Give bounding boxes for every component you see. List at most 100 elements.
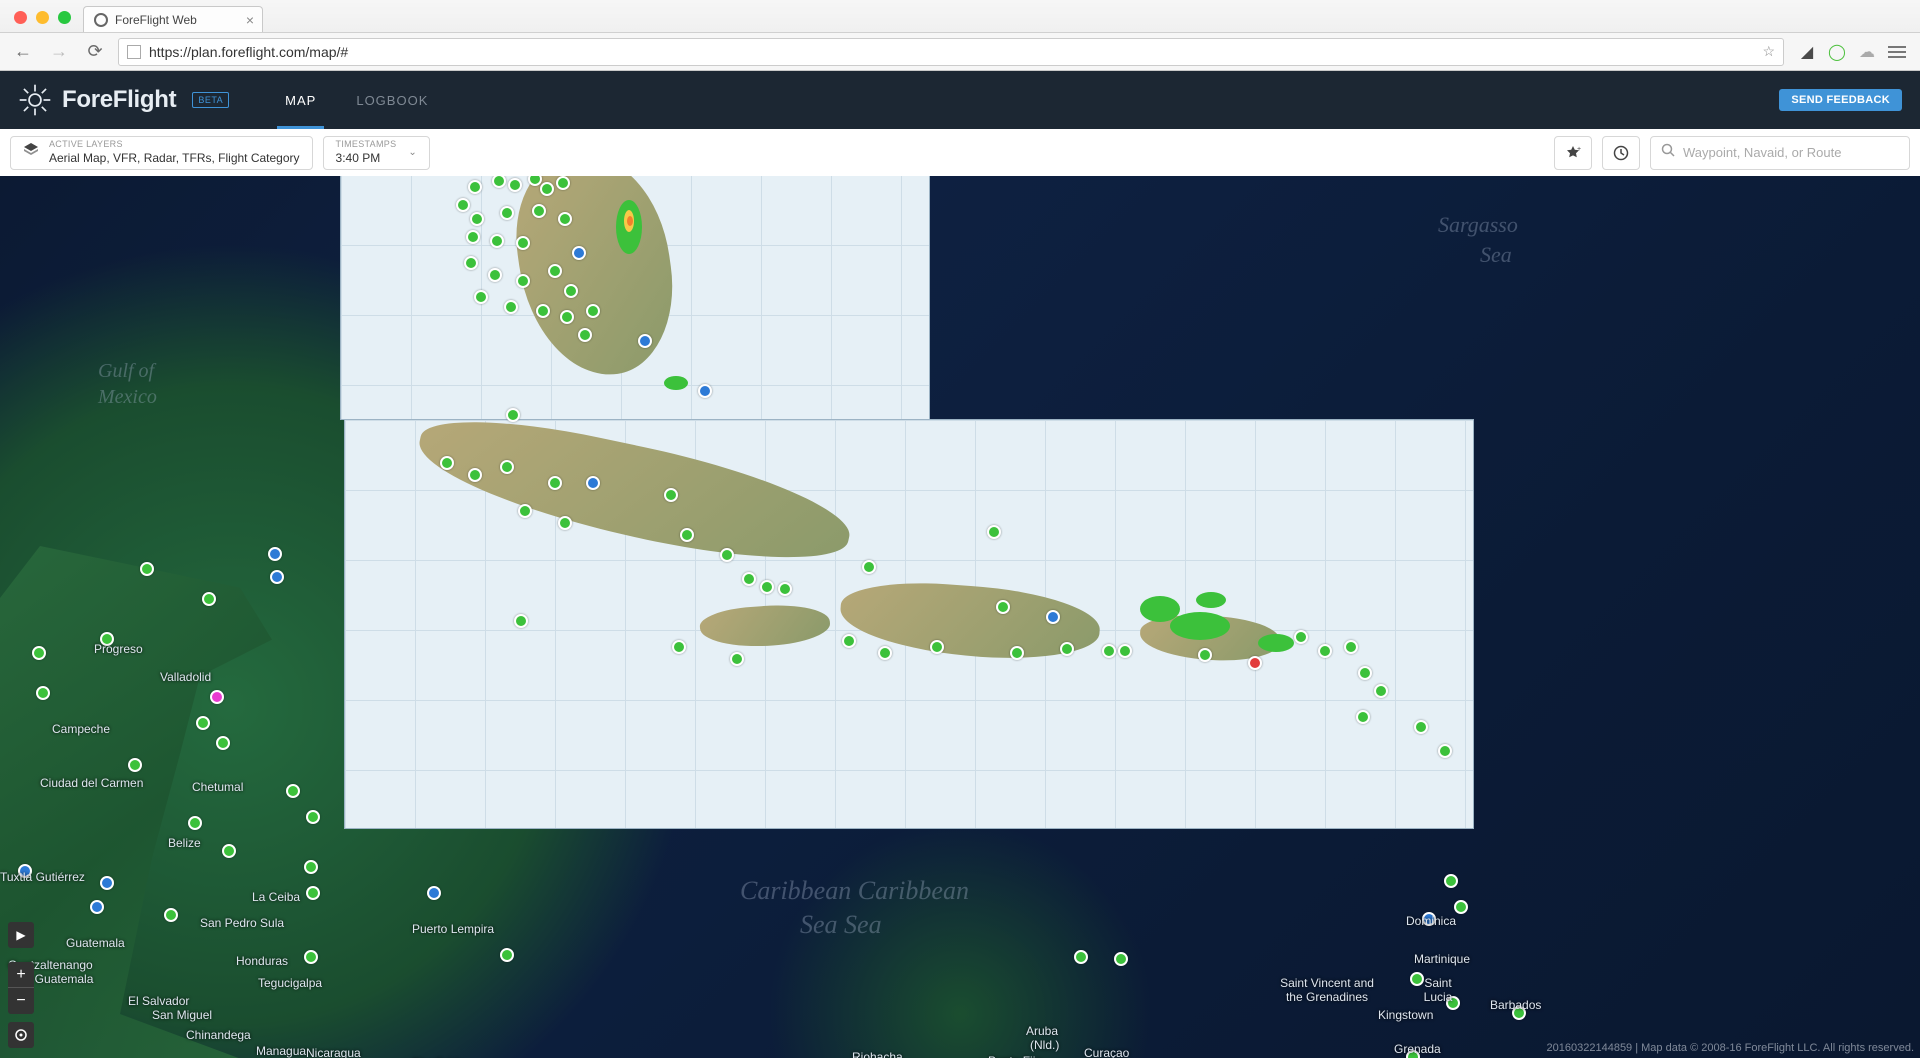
airport-dot[interactable] bbox=[760, 580, 774, 594]
airport-dot[interactable] bbox=[536, 304, 550, 318]
airport-dot[interactable] bbox=[164, 908, 178, 922]
airport-dot[interactable] bbox=[514, 614, 528, 628]
airport-dot[interactable] bbox=[100, 632, 114, 646]
airport-dot[interactable] bbox=[427, 886, 441, 900]
search-input[interactable] bbox=[1683, 145, 1899, 160]
airport-dot[interactable] bbox=[304, 860, 318, 874]
airport-dot[interactable] bbox=[638, 334, 652, 348]
airport-dot[interactable] bbox=[500, 460, 514, 474]
extension-icon[interactable]: ◢ bbox=[1798, 43, 1816, 61]
airport-dot[interactable] bbox=[578, 328, 592, 342]
airport-dot[interactable] bbox=[210, 690, 224, 704]
airport-dot[interactable] bbox=[560, 310, 574, 324]
airport-dot[interactable] bbox=[1114, 952, 1128, 966]
airport-dot[interactable] bbox=[500, 206, 514, 220]
airport-dot[interactable] bbox=[842, 634, 856, 648]
airport-dot[interactable] bbox=[730, 652, 744, 666]
minimize-window-icon[interactable] bbox=[36, 11, 49, 24]
airport-dot[interactable] bbox=[1294, 630, 1308, 644]
airport-dot[interactable] bbox=[516, 236, 530, 250]
airport-dot[interactable] bbox=[1198, 648, 1212, 662]
airport-dot[interactable] bbox=[742, 572, 756, 586]
airport-dot[interactable] bbox=[216, 736, 230, 750]
airport-dot[interactable] bbox=[270, 570, 284, 584]
airport-dot[interactable] bbox=[862, 560, 876, 574]
airport-dot[interactable] bbox=[1318, 644, 1332, 658]
airport-dot[interactable] bbox=[1454, 900, 1468, 914]
airport-dot[interactable] bbox=[304, 950, 318, 964]
reload-button[interactable]: ⟳ bbox=[82, 39, 108, 65]
airport-dot[interactable] bbox=[1344, 640, 1358, 654]
airport-dot[interactable] bbox=[680, 528, 694, 542]
airport-dot[interactable] bbox=[490, 234, 504, 248]
tab-logbook[interactable]: LOGBOOK bbox=[336, 71, 448, 129]
airport-dot[interactable] bbox=[128, 758, 142, 772]
airport-dot[interactable] bbox=[36, 686, 50, 700]
airport-dot[interactable] bbox=[586, 476, 600, 490]
airport-dot[interactable] bbox=[516, 274, 530, 288]
airport-dot[interactable] bbox=[488, 268, 502, 282]
airport-dot[interactable] bbox=[518, 504, 532, 518]
airport-dot[interactable] bbox=[532, 204, 546, 218]
airport-dot[interactable] bbox=[1406, 1050, 1420, 1058]
airport-dot[interactable] bbox=[196, 716, 210, 730]
layers-dropdown[interactable]: ACTIVE LAYERS Aerial Map, VFR, Radar, TF… bbox=[10, 136, 313, 170]
airport-dot[interactable] bbox=[456, 198, 470, 212]
timeline-play-button[interactable]: ▶ bbox=[8, 922, 34, 948]
menu-button[interactable] bbox=[1888, 43, 1906, 61]
tab-map[interactable]: MAP bbox=[265, 71, 336, 129]
airport-dot[interactable] bbox=[664, 488, 678, 502]
airport-dot[interactable] bbox=[222, 844, 236, 858]
brand[interactable]: ForeFlight BETA bbox=[18, 83, 229, 117]
airport-dot[interactable] bbox=[202, 592, 216, 606]
bookmark-star-icon[interactable]: ☆ bbox=[1762, 43, 1775, 60]
tab-close-icon[interactable]: × bbox=[246, 12, 254, 28]
airport-dot[interactable] bbox=[720, 548, 734, 562]
airport-dot[interactable] bbox=[1102, 644, 1116, 658]
airport-dot[interactable] bbox=[572, 246, 586, 260]
zoom-in-button[interactable]: + bbox=[8, 962, 34, 988]
airport-dot[interactable] bbox=[930, 640, 944, 654]
airport-dot[interactable] bbox=[468, 468, 482, 482]
search-box[interactable] bbox=[1650, 136, 1910, 170]
airport-dot[interactable] bbox=[1248, 656, 1262, 670]
airport-dot[interactable] bbox=[1046, 610, 1060, 624]
airport-dot[interactable] bbox=[1446, 996, 1460, 1010]
airport-dot[interactable] bbox=[32, 646, 46, 660]
forward-button[interactable]: → bbox=[46, 39, 72, 65]
airport-dot[interactable] bbox=[18, 864, 32, 878]
airport-dot[interactable] bbox=[987, 525, 1001, 539]
locate-button[interactable] bbox=[8, 1022, 34, 1048]
airport-dot[interactable] bbox=[508, 178, 522, 192]
airport-dot[interactable] bbox=[188, 816, 202, 830]
airport-dot[interactable] bbox=[440, 456, 454, 470]
airport-dot[interactable] bbox=[1410, 972, 1424, 986]
airport-dot[interactable] bbox=[1118, 644, 1132, 658]
airport-dot[interactable] bbox=[548, 476, 562, 490]
url-field[interactable]: https://plan.foreflight.com/map/# ☆ bbox=[118, 38, 1784, 66]
airport-dot[interactable] bbox=[1374, 684, 1388, 698]
airport-dot[interactable] bbox=[558, 212, 572, 226]
airport-dot[interactable] bbox=[1010, 646, 1024, 660]
airport-dot[interactable] bbox=[1358, 666, 1372, 680]
browser-tab[interactable]: ForeFlight Web × bbox=[83, 6, 263, 32]
airport-dot[interactable] bbox=[878, 646, 892, 660]
airport-dot[interactable] bbox=[468, 180, 482, 194]
airport-dot[interactable] bbox=[464, 256, 478, 270]
airport-dot[interactable] bbox=[1438, 744, 1452, 758]
maximize-window-icon[interactable] bbox=[58, 11, 71, 24]
airport-dot[interactable] bbox=[506, 408, 520, 422]
airport-dot[interactable] bbox=[1074, 950, 1088, 964]
airport-dot[interactable] bbox=[996, 600, 1010, 614]
extension-icon[interactable]: ☁ bbox=[1858, 43, 1876, 61]
send-feedback-button[interactable]: SEND FEEDBACK bbox=[1779, 89, 1902, 111]
map-canvas[interactable]: Gulf ofMexicoSargassoSeaCaribbean Caribb… bbox=[0, 176, 1920, 1058]
zoom-out-button[interactable]: − bbox=[8, 988, 34, 1014]
airport-dot[interactable] bbox=[504, 300, 518, 314]
airport-dot[interactable] bbox=[268, 547, 282, 561]
airport-dot[interactable] bbox=[1414, 720, 1428, 734]
airport-dot[interactable] bbox=[470, 212, 484, 226]
airport-dot[interactable] bbox=[90, 900, 104, 914]
airport-dot[interactable] bbox=[548, 264, 562, 278]
airport-dot[interactable] bbox=[1422, 912, 1436, 926]
